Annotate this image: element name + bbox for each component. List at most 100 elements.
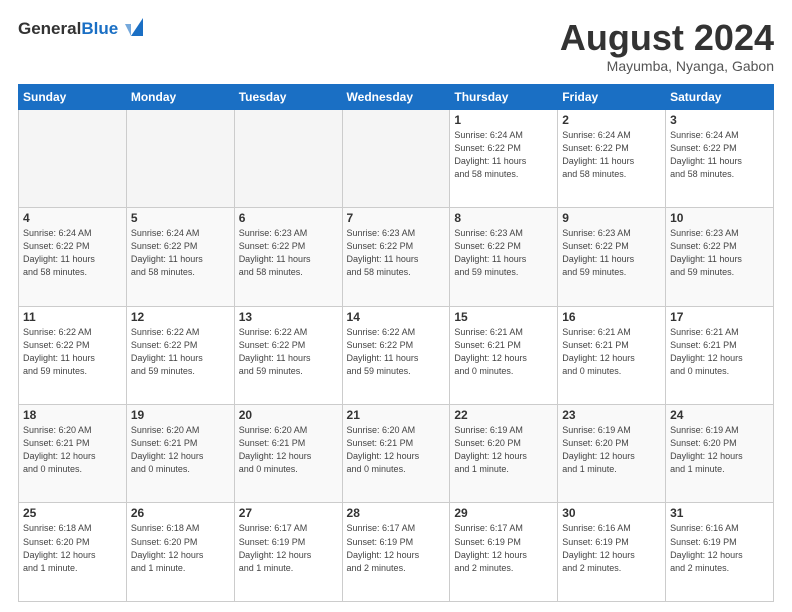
day-info: Sunrise: 6:18 AM Sunset: 6:20 PM Dayligh…: [23, 522, 122, 574]
calendar-week-4: 18Sunrise: 6:20 AM Sunset: 6:21 PM Dayli…: [19, 405, 774, 503]
calendar-cell: 26 Sunrise: 6:18 AM Sunset: 6:20 PM Dayli…: [126, 503, 234, 602]
day-number: 22: [454, 408, 553, 422]
day-number: 31: [670, 506, 769, 520]
day-number: 14: [347, 310, 446, 324]
day-number: 23: [562, 408, 661, 422]
logo: GeneralBlue: [18, 18, 147, 40]
calendar-header-wednesday: Wednesday: [342, 84, 450, 109]
calendar-header-sunday: Sunday: [19, 84, 127, 109]
calendar-cell: 31 Sunrise: 6:16 AM Sunset: 6:19 PM Dayli…: [666, 503, 774, 602]
day-info: Sunrise: 6:23 AM Sunset: 6:22 PM Dayligh…: [670, 227, 769, 279]
day-number: 8: [454, 211, 553, 225]
day-info: Sunrise: 6:21 AM Sunset: 6:21 PM Dayligh…: [562, 326, 661, 378]
day-info: Sunrise: 6:20 AM Sunset: 6:21 PM Dayligh…: [131, 424, 230, 476]
calendar-cell: 7 Sunrise: 6:23 AM Sunset: 6:22 PM Daylig…: [342, 208, 450, 306]
calendar-cell: 28 Sunrise: 6:17 AM Sunset: 6:19 PM Dayli…: [342, 503, 450, 602]
day-number: 7: [347, 211, 446, 225]
day-number: 21: [347, 408, 446, 422]
day-number: 29: [454, 506, 553, 520]
calendar-cell: 11 Sunrise: 6:22 AM Sunset: 6:22 PM Dayli…: [19, 306, 127, 404]
day-info: Sunrise: 6:17 AM Sunset: 6:19 PM Dayligh…: [239, 522, 338, 574]
day-info: Sunrise: 6:19 AM Sunset: 6:20 PM Dayligh…: [670, 424, 769, 476]
day-info: Sunrise: 6:22 AM Sunset: 6:22 PM Dayligh…: [239, 326, 338, 378]
day-number: 27: [239, 506, 338, 520]
day-number: 16: [562, 310, 661, 324]
calendar-cell: 5 Sunrise: 6:24 AM Sunset: 6:22 PM Daylig…: [126, 208, 234, 306]
calendar-cell: 18Sunrise: 6:20 AM Sunset: 6:21 PM Dayli…: [19, 405, 127, 503]
day-info: Sunrise: 6:24 AM Sunset: 6:22 PM Dayligh…: [562, 129, 661, 181]
calendar-cell: 8 Sunrise: 6:23 AM Sunset: 6:22 PM Daylig…: [450, 208, 558, 306]
day-info: Sunrise: 6:23 AM Sunset: 6:22 PM Dayligh…: [454, 227, 553, 279]
day-number: 19: [131, 408, 230, 422]
calendar-header-row: SundayMondayTuesdayWednesdayThursdayFrid…: [19, 84, 774, 109]
day-info: Sunrise: 6:23 AM Sunset: 6:22 PM Dayligh…: [562, 227, 661, 279]
day-info: Sunrise: 6:20 AM Sunset: 6:21 PM Dayligh…: [239, 424, 338, 476]
day-number: 9: [562, 211, 661, 225]
page: GeneralBlue August 2024 Mayumba, Nyanga,…: [0, 0, 792, 612]
calendar-cell: 1 Sunrise: 6:24 AM Sunset: 6:22 PM Daylig…: [450, 109, 558, 207]
day-info: Sunrise: 6:17 AM Sunset: 6:19 PM Dayligh…: [347, 522, 446, 574]
day-number: 6: [239, 211, 338, 225]
calendar-cell: 13 Sunrise: 6:22 AM Sunset: 6:22 PM Dayli…: [234, 306, 342, 404]
calendar-cell: 27 Sunrise: 6:17 AM Sunset: 6:19 PM Dayli…: [234, 503, 342, 602]
logo-general: GeneralBlue: [18, 19, 118, 39]
day-number: 3: [670, 113, 769, 127]
day-number: 11: [23, 310, 122, 324]
calendar-cell: 25 Sunrise: 6:18 AM Sunset: 6:20 PM Dayli…: [19, 503, 127, 602]
calendar-cell: [342, 109, 450, 207]
day-info: Sunrise: 6:19 AM Sunset: 6:20 PM Dayligh…: [454, 424, 553, 476]
day-number: 4: [23, 211, 122, 225]
calendar-cell: 4Sunrise: 6:24 AM Sunset: 6:22 PM Daylig…: [19, 208, 127, 306]
day-info: Sunrise: 6:16 AM Sunset: 6:19 PM Dayligh…: [562, 522, 661, 574]
calendar-header-thursday: Thursday: [450, 84, 558, 109]
calendar-week-5: 25 Sunrise: 6:18 AM Sunset: 6:20 PM Dayli…: [19, 503, 774, 602]
calendar-table: SundayMondayTuesdayWednesdayThursdayFrid…: [18, 84, 774, 602]
calendar-cell: 9 Sunrise: 6:23 AM Sunset: 6:22 PM Daylig…: [558, 208, 666, 306]
day-number: 25: [23, 506, 122, 520]
day-info: Sunrise: 6:17 AM Sunset: 6:19 PM Dayligh…: [454, 522, 553, 574]
calendar-cell: 16 Sunrise: 6:21 AM Sunset: 6:21 PM Dayli…: [558, 306, 666, 404]
day-info: Sunrise: 6:16 AM Sunset: 6:19 PM Dayligh…: [670, 522, 769, 574]
calendar-cell: [234, 109, 342, 207]
calendar-cell: 6Sunrise: 6:23 AM Sunset: 6:22 PM Daylig…: [234, 208, 342, 306]
day-info: Sunrise: 6:20 AM Sunset: 6:21 PM Dayligh…: [23, 424, 122, 476]
day-info: Sunrise: 6:24 AM Sunset: 6:22 PM Dayligh…: [454, 129, 553, 181]
day-number: 24: [670, 408, 769, 422]
day-info: Sunrise: 6:20 AM Sunset: 6:21 PM Dayligh…: [347, 424, 446, 476]
logo-icon: [121, 14, 147, 40]
day-number: 26: [131, 506, 230, 520]
calendar-cell: 22 Sunrise: 6:19 AM Sunset: 6:20 PM Dayli…: [450, 405, 558, 503]
day-number: 2: [562, 113, 661, 127]
day-number: 5: [131, 211, 230, 225]
day-number: 17: [670, 310, 769, 324]
day-info: Sunrise: 6:24 AM Sunset: 6:22 PM Dayligh…: [131, 227, 230, 279]
calendar-cell: 21 Sunrise: 6:20 AM Sunset: 6:21 PM Dayli…: [342, 405, 450, 503]
title-block: August 2024 Mayumba, Nyanga, Gabon: [560, 18, 774, 74]
calendar-cell: [19, 109, 127, 207]
calendar-cell: 14Sunrise: 6:22 AM Sunset: 6:22 PM Dayli…: [342, 306, 450, 404]
day-number: 12: [131, 310, 230, 324]
calendar-week-3: 11 Sunrise: 6:22 AM Sunset: 6:22 PM Dayli…: [19, 306, 774, 404]
calendar-cell: 23Sunrise: 6:19 AM Sunset: 6:20 PM Dayli…: [558, 405, 666, 503]
calendar-week-2: 4 Sunrise: 6:24 AM Sunset: 6:22 PM Daylig…: [19, 208, 774, 306]
month-title: August 2024: [560, 18, 774, 58]
day-number: 15: [454, 310, 553, 324]
calendar-cell: 10Sunrise: 6:23 AM Sunset: 6:22 PM Dayli…: [666, 208, 774, 306]
day-info: Sunrise: 6:23 AM Sunset: 6:22 PM Dayligh…: [347, 227, 446, 279]
day-number: 13: [239, 310, 338, 324]
calendar-cell: 17Sunrise: 6:21 AM Sunset: 6:21 PM Dayli…: [666, 306, 774, 404]
day-number: 30: [562, 506, 661, 520]
calendar-cell: 15 Sunrise: 6:21 AM Sunset: 6:21 PM Dayli…: [450, 306, 558, 404]
calendar-header-monday: Monday: [126, 84, 234, 109]
calendar-cell: 29 Sunrise: 6:17 AM Sunset: 6:19 PM Dayli…: [450, 503, 558, 602]
calendar-cell: 19 Sunrise: 6:20 AM Sunset: 6:21 PM Dayli…: [126, 405, 234, 503]
calendar-header-tuesday: Tuesday: [234, 84, 342, 109]
calendar-cell: [126, 109, 234, 207]
day-number: 28: [347, 506, 446, 520]
day-info: Sunrise: 6:18 AM Sunset: 6:20 PM Dayligh…: [131, 522, 230, 574]
day-info: Sunrise: 6:22 AM Sunset: 6:22 PM Dayligh…: [23, 326, 122, 378]
day-info: Sunrise: 6:21 AM Sunset: 6:21 PM Dayligh…: [454, 326, 553, 378]
day-number: 1: [454, 113, 553, 127]
day-info: Sunrise: 6:24 AM Sunset: 6:22 PM Dayligh…: [670, 129, 769, 181]
day-number: 20: [239, 408, 338, 422]
